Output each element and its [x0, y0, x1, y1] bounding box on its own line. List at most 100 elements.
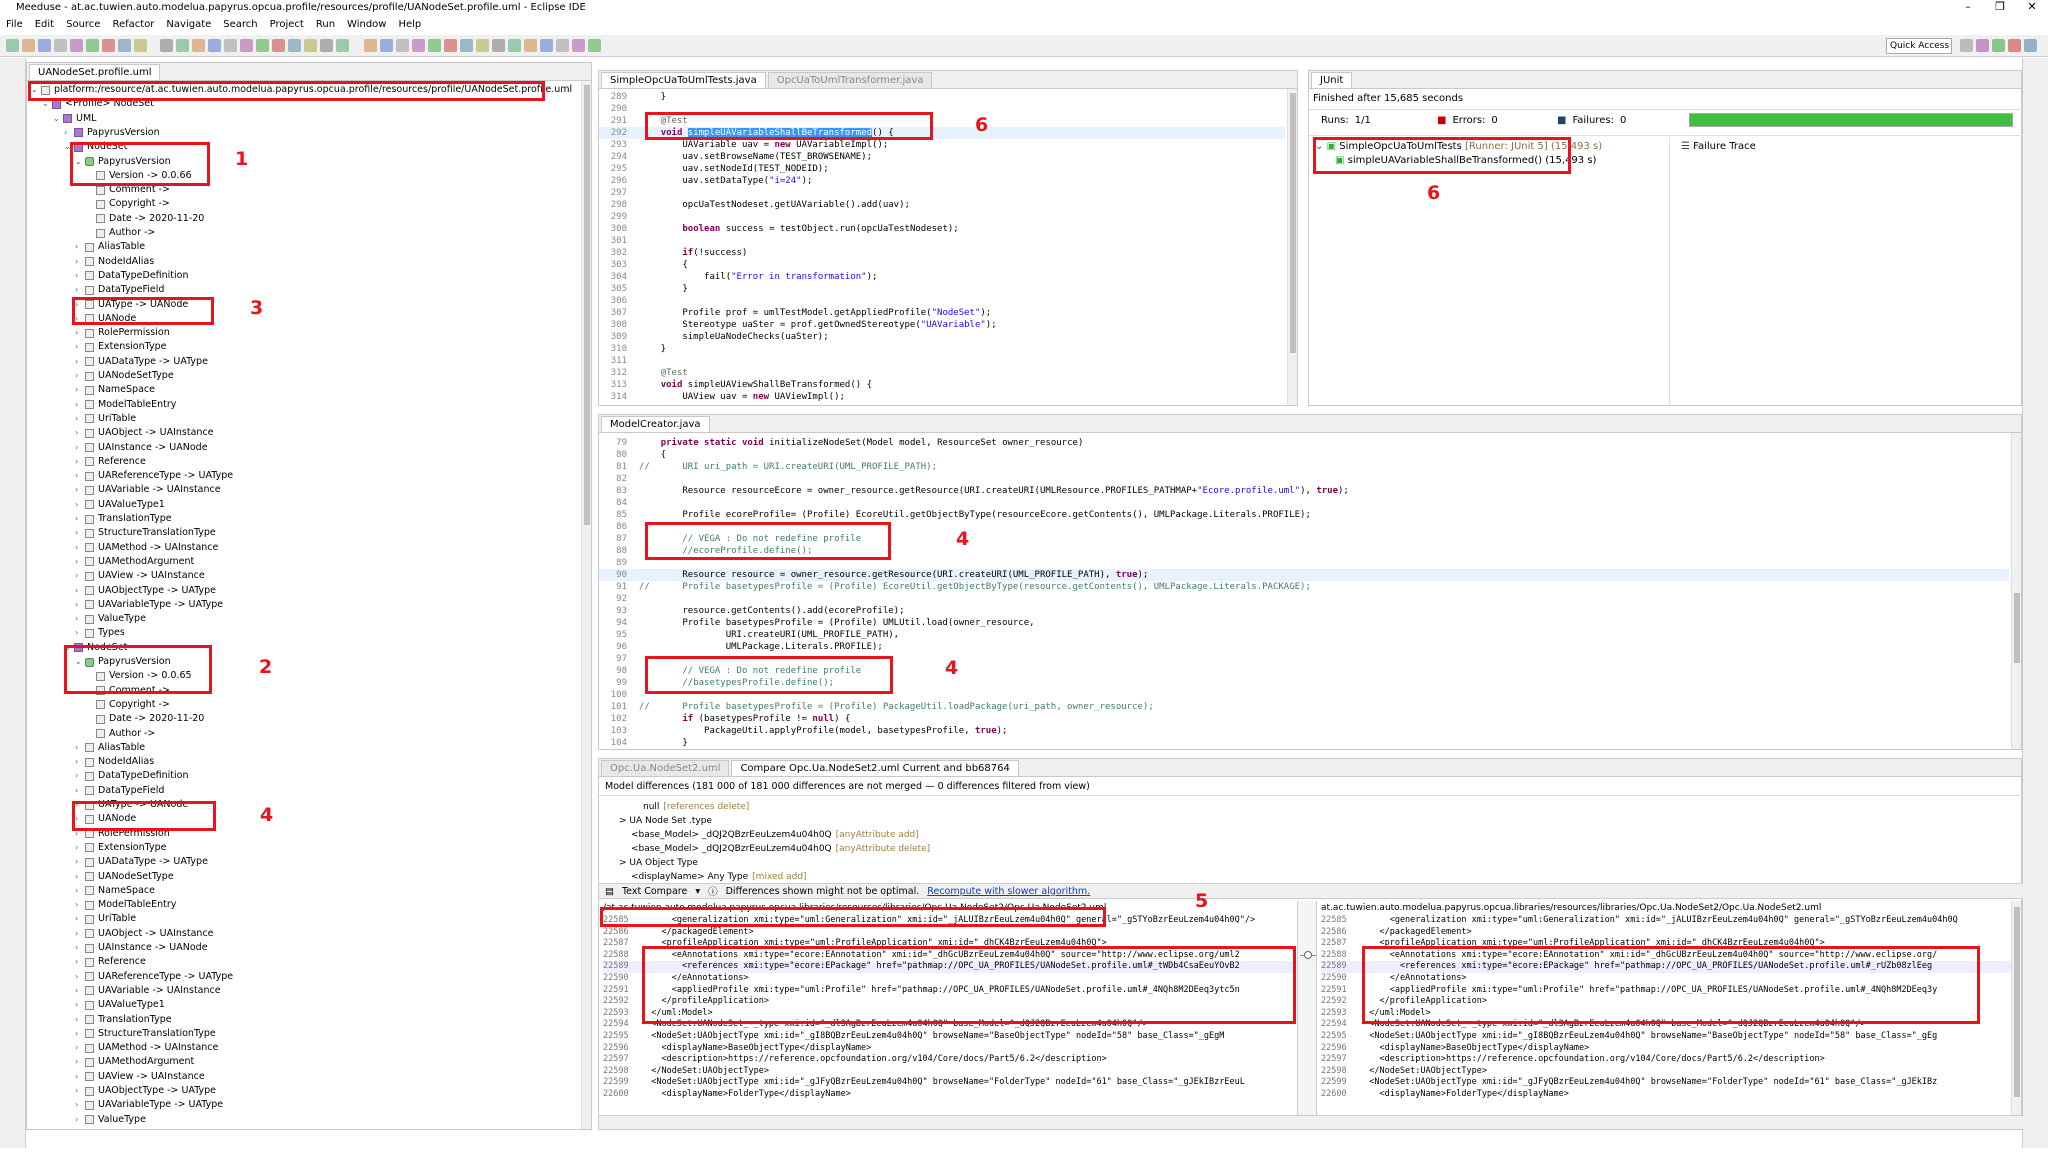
toolbar-button-icon[interactable] — [118, 39, 131, 52]
text-line[interactable]: 22594 <NodeSet:UANodeSet_-_type xmi:id="… — [1321, 1019, 2011, 1031]
text-line[interactable]: 22596 <displayName>BaseObjectType</displ… — [603, 1043, 1293, 1055]
text-line[interactable]: 22592 </profileApplication> — [603, 996, 1293, 1008]
collapse-chevron-icon[interactable]: › — [75, 426, 85, 440]
tree-item[interactable]: › UAObject -> UAInstance — [75, 426, 214, 440]
toolbar-button-icon[interactable] — [208, 39, 221, 52]
tree-item[interactable]: Date -> 2020-11-20 — [86, 712, 204, 726]
tree-item[interactable]: ⌄ PapyrusVersion — [75, 655, 171, 669]
toolbar-button-icon[interactable] — [176, 39, 189, 52]
menu-search[interactable]: Search — [217, 19, 263, 30]
collapse-chevron-icon[interactable]: › — [75, 283, 85, 297]
editor2-scrollbar[interactable] — [2011, 433, 2021, 749]
tree-item[interactable]: › Types — [75, 626, 125, 640]
code-line[interactable]: 304 fail("Error in transformation"); — [599, 271, 1285, 283]
code-line[interactable]: 298 opcUaTestNodeset.getUAVariable().add… — [599, 199, 1285, 211]
code-line[interactable]: 293 UAVariable uav = new UAVariableImpl(… — [599, 139, 1285, 151]
collapse-chevron-icon[interactable]: › — [75, 312, 85, 326]
collapse-chevron-icon[interactable]: › — [75, 927, 85, 941]
code-line[interactable]: 291 @Test — [599, 115, 1285, 127]
collapse-chevron-icon[interactable]: › — [75, 483, 85, 497]
code-line[interactable]: 99 //basetypesProfile.define(); — [599, 677, 2009, 689]
text-line[interactable]: 22599 <NodeSet:UAObjectType xmi:id="_gJF… — [1321, 1077, 2011, 1089]
tree-item[interactable]: › UAValueType1 — [75, 998, 165, 1012]
tree-item[interactable]: › PapyrusVersion — [64, 126, 160, 140]
collapse-chevron-icon[interactable]: › — [75, 298, 85, 312]
collapse-chevron-icon[interactable]: › — [75, 412, 85, 426]
code-line[interactable]: 289 } — [599, 91, 1285, 103]
text-line[interactable]: 22596 <displayName>BaseObjectType</displ… — [1321, 1043, 2011, 1055]
toolbar-button-icon[interactable] — [412, 39, 425, 52]
menu-navigate[interactable]: Navigate — [160, 19, 217, 30]
tree-item[interactable]: › UAVariableType -> UAType — [75, 598, 223, 612]
code-line[interactable]: 88 //ecoreProfile.define(); — [599, 545, 2009, 557]
text-line[interactable]: 22600 <displayName>FolderType</displayNa… — [1321, 1089, 2011, 1101]
tree-item[interactable]: Copyright -> — [86, 197, 170, 211]
toolbar-button-icon[interactable] — [86, 39, 99, 52]
expand-chevron-icon[interactable]: ⌄ — [31, 83, 41, 97]
recompute-link[interactable]: Recompute with slower algorithm. — [927, 886, 1090, 897]
toolbar-button-icon[interactable] — [304, 39, 317, 52]
collapse-chevron-icon[interactable]: › — [75, 398, 85, 412]
toolbar-button-icon[interactable] — [460, 39, 473, 52]
expand-chevron-icon[interactable]: ⌄ — [75, 155, 85, 169]
text-line[interactable]: 22593 </uml:Model> — [1321, 1008, 2011, 1020]
expand-chevron-icon[interactable]: ⌄ — [53, 112, 63, 126]
code-line[interactable]: 95 URI.createURI(UML_PROFILE_PATH), — [599, 629, 2009, 641]
code-line[interactable]: 104 } — [599, 737, 2009, 749]
menu-edit[interactable]: Edit — [29, 19, 60, 30]
text-line[interactable]: 22590 </eAnnotations> — [1321, 973, 2011, 985]
tree-item[interactable]: › StructureTranslationType — [75, 1027, 216, 1041]
code-line[interactable]: 93 resource.getContents().add(ecoreProfi… — [599, 605, 2009, 617]
code-line[interactable]: 310 } — [599, 343, 1285, 355]
text-line[interactable]: 22597 <description>https://reference.opc… — [603, 1054, 1293, 1066]
toolbar-button-icon[interactable] — [396, 39, 409, 52]
code-line[interactable]: 83 Resource resourceEcore = owner_resour… — [599, 485, 2009, 497]
compare-scrollbar[interactable] — [2011, 901, 2021, 1115]
text-line[interactable]: 22600 <displayName>FolderType</displayNa… — [603, 1089, 1293, 1101]
tree-item[interactable]: Copyright -> — [86, 698, 170, 712]
tree-item[interactable]: › AliasTable — [75, 741, 145, 755]
collapse-chevron-icon[interactable]: › — [75, 498, 85, 512]
text-line[interactable]: 22587 <profileApplication xmi:type="uml:… — [603, 938, 1293, 950]
tab-editor1-0[interactable]: SimpleOpcUaToUmlTests.java — [601, 72, 766, 88]
code-line[interactable]: 290 — [599, 103, 1285, 115]
text-line[interactable]: 22588 <eAnnotations xmi:type="ecore:EAnn… — [603, 950, 1293, 962]
tree-item[interactable]: › UADataType -> UAType — [75, 355, 208, 369]
collapse-chevron-icon[interactable]: › — [75, 1098, 85, 1112]
tree-item[interactable]: › UAMethod -> UAInstance — [75, 541, 218, 555]
tree-item[interactable]: › DataTypeField — [75, 784, 164, 798]
code-line[interactable]: 80 { — [599, 449, 2009, 461]
minimize-icon[interactable]: – — [1952, 0, 1984, 13]
collapse-chevron-icon[interactable]: › — [75, 884, 85, 898]
collapse-chevron-icon[interactable]: › — [75, 584, 85, 598]
code-line[interactable]: 94 Profile basetypesProfile = (Profile) … — [599, 617, 2009, 629]
tree-item[interactable]: › ExtensionType — [75, 340, 166, 354]
collapse-chevron-icon[interactable]: › — [75, 812, 85, 826]
perspective-icon[interactable] — [1960, 39, 1973, 52]
tree-item[interactable]: ⌄ PapyrusVersion — [75, 155, 171, 169]
resource-path-row[interactable]: ⌄ platform:/resource/at.ac.tuwien.auto.mo… — [31, 83, 572, 97]
tree-item[interactable]: › ValueType — [75, 1113, 146, 1127]
toolbar-button-icon[interactable] — [380, 39, 393, 52]
collapse-chevron-icon[interactable]: › — [75, 598, 85, 612]
code-line[interactable]: 84 — [599, 497, 2009, 509]
tree-item[interactable]: › UAInstance -> UANode — [75, 441, 208, 455]
code-line[interactable]: 98 // VEGA : Do not redefine profile — [599, 665, 2009, 677]
tree-item[interactable]: › UAObject -> UAInstance — [75, 927, 214, 941]
tree-item[interactable]: › UAType -> UANode — [75, 298, 188, 312]
tree-item[interactable]: › UAView -> UAInstance — [75, 1070, 205, 1084]
text-line[interactable]: 22592 </profileApplication> — [1321, 996, 2011, 1008]
tree-item[interactable]: ⌄ NodeSet — [64, 641, 127, 655]
tree-item[interactable]: Author -> — [86, 727, 155, 741]
tree-item[interactable]: › UAVariable -> UAInstance — [75, 483, 221, 497]
expand-chevron-icon[interactable]: ⌄ — [75, 655, 85, 669]
text-line[interactable]: 22586 </packagedElement> — [1321, 927, 2011, 939]
text-line[interactable]: 22589 <references xmi:type="ecore:EPacka… — [1321, 961, 2011, 973]
collapse-chevron-icon[interactable]: › — [75, 441, 85, 455]
tree-item[interactable]: › RolePermission — [75, 827, 170, 841]
collapse-chevron-icon[interactable]: › — [75, 841, 85, 855]
toolbar-button-icon[interactable] — [256, 39, 269, 52]
tree-item[interactable]: › UAMethodArgument — [75, 1055, 194, 1069]
collapse-chevron-icon[interactable]: › — [75, 526, 85, 540]
collapse-chevron-icon[interactable]: › — [75, 555, 85, 569]
